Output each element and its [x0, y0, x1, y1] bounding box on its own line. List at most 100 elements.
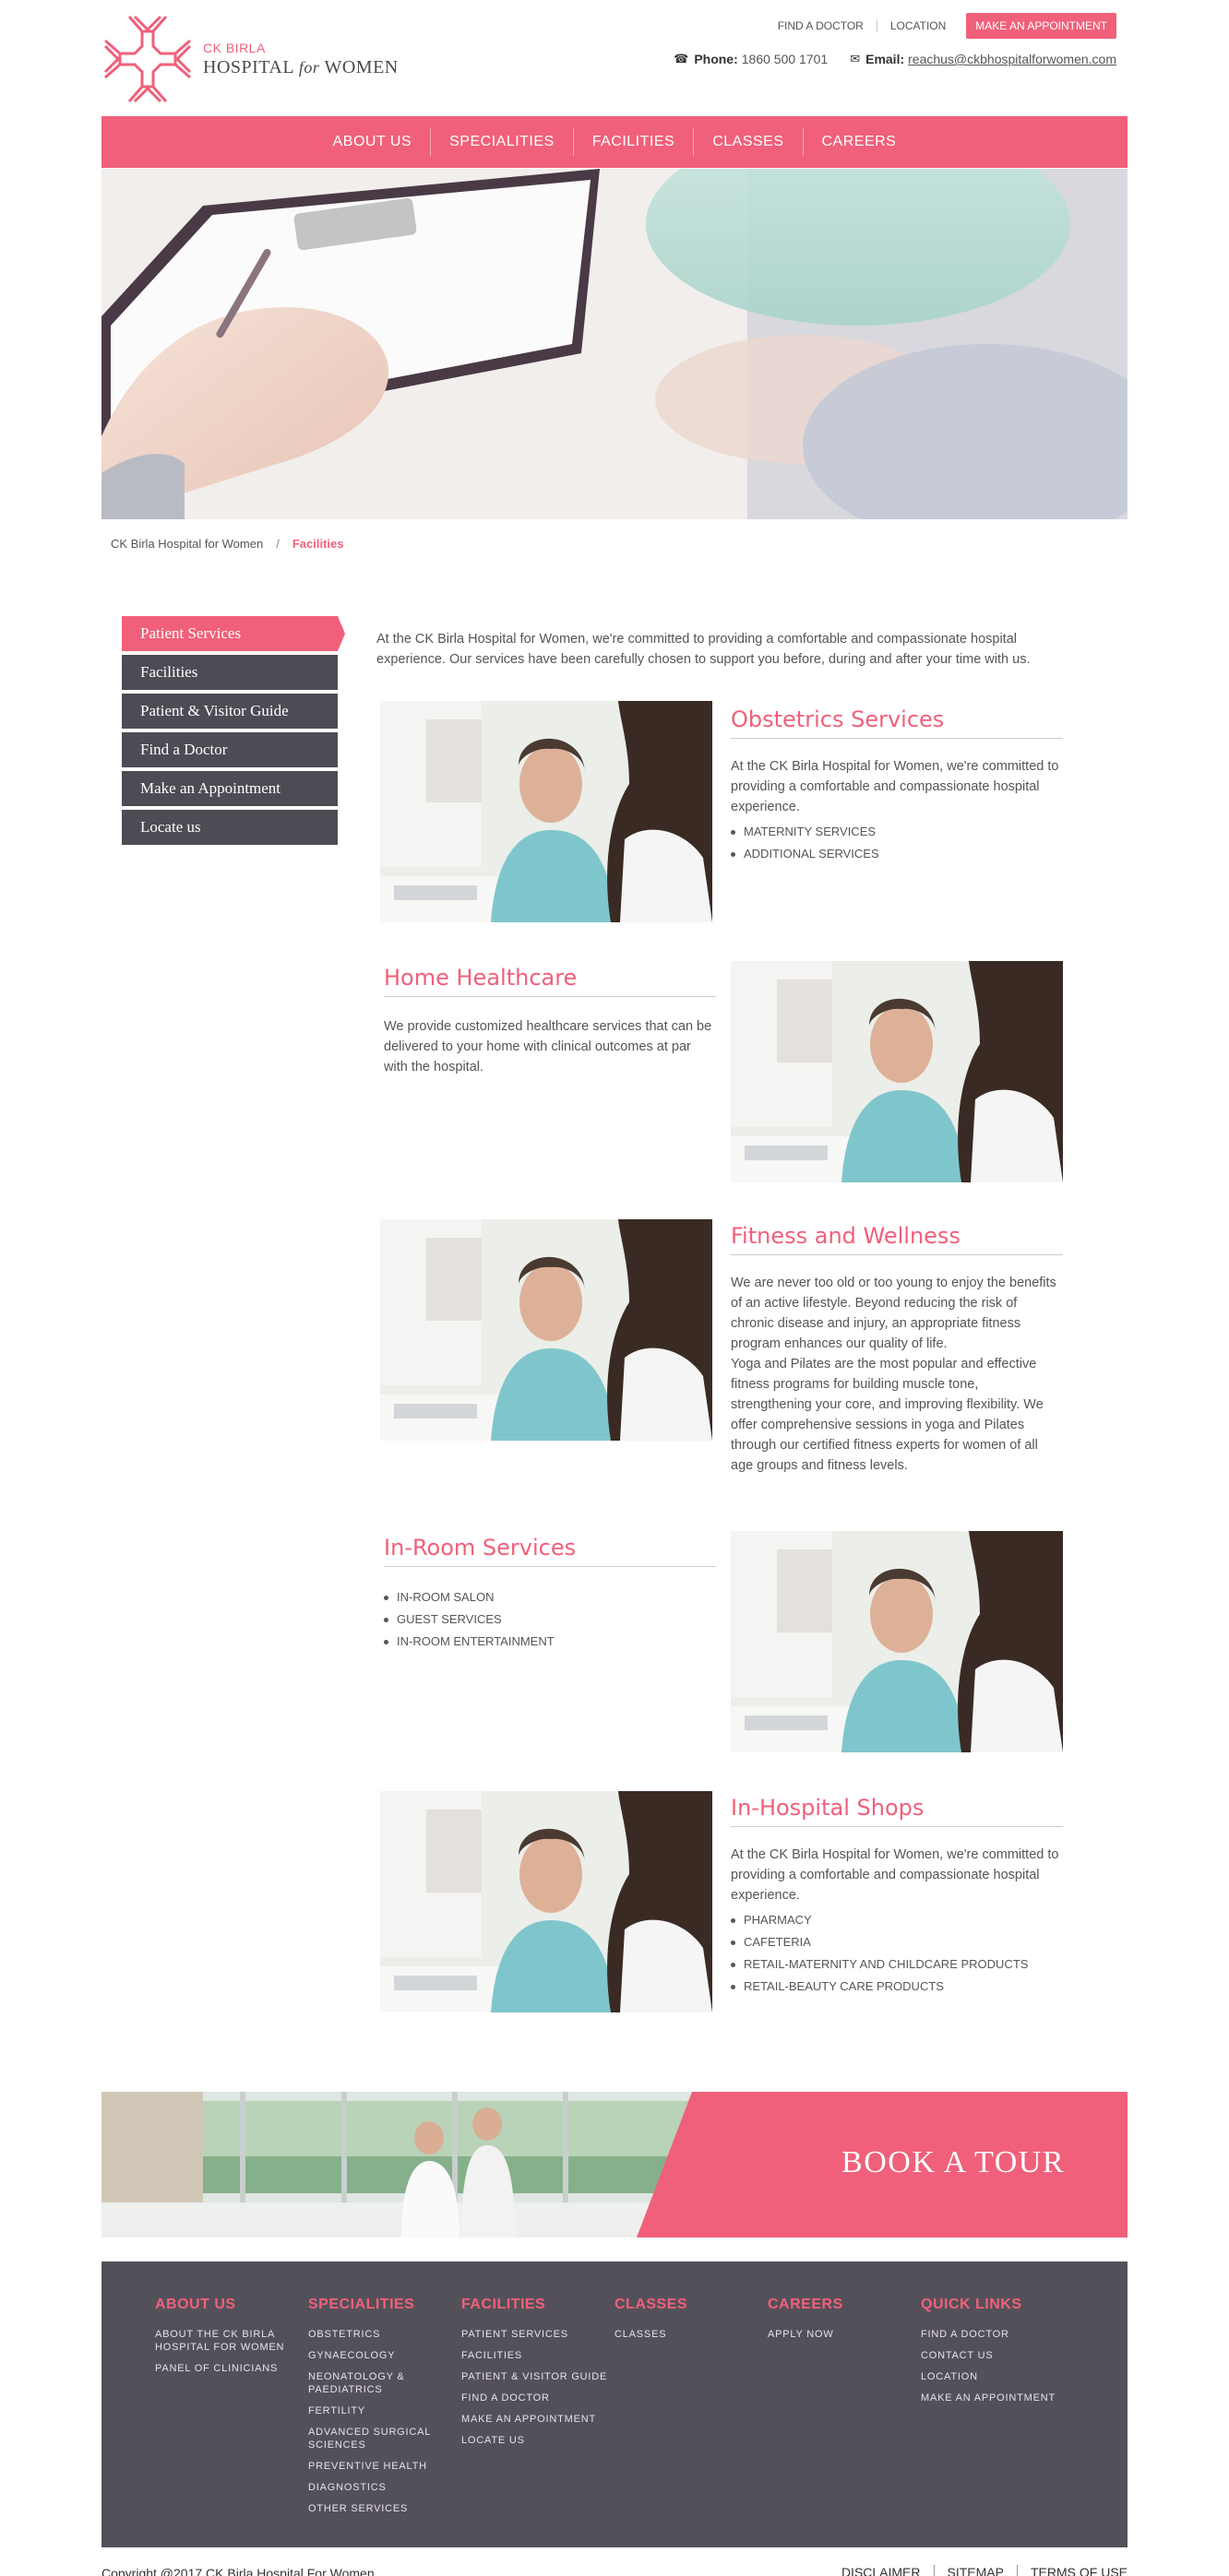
sidebar-item-facilities[interactable]: Facilities — [122, 655, 338, 690]
book-tour-banner[interactable]: BOOK A TOUR — [101, 2092, 1128, 2238]
logo[interactable]: CK BIRLA HOSPITAL for WOMEN — [101, 13, 399, 105]
breadcrumb: CK Birla Hospital for Women / Facilities — [111, 537, 343, 551]
fitness-description-2: Yoga and Pilates are the most popular an… — [731, 1357, 1044, 1473]
logo-brand-name: HOSPITAL for WOMEN — [203, 57, 399, 77]
footer-heading: CLASSES — [614, 2297, 688, 2312]
nav-facilities[interactable]: FACILITIES — [574, 128, 695, 156]
sitemap-link[interactable]: SITEMAP — [935, 2565, 1018, 2576]
list-item[interactable]: GUEST SERVICES — [384, 1609, 716, 1631]
footer-link[interactable]: NEONATOLOGY & PAEDIATRICS — [308, 2370, 456, 2396]
nav-careers[interactable]: CAREERS — [804, 128, 915, 156]
list-item[interactable]: PHARMACY — [731, 1909, 1063, 1931]
fitness-image — [380, 1219, 712, 1441]
home-healthcare-image — [731, 961, 1063, 1182]
footer-heading: QUICK LINKS — [921, 2297, 1022, 2312]
footer-link[interactable]: DIAGNOSTICS — [308, 2481, 456, 2494]
envelope-icon: ✉ — [850, 52, 861, 65]
list-item[interactable]: CAFETERIA — [731, 1931, 1063, 1953]
make-appointment-button[interactable]: MAKE AN APPOINTMENT — [966, 13, 1116, 39]
email-link[interactable]: reachus@ckbhospitalforwomen.com — [908, 52, 1116, 66]
location-link[interactable]: LOCATION — [877, 19, 959, 32]
footer-link[interactable]: OBSTETRICS — [308, 2328, 456, 2341]
in-room-list: IN-ROOM SALON GUEST SERVICES IN-ROOM ENT… — [384, 1586, 716, 1653]
footer-col-careers: CAREERS APPLY NOW — [768, 2297, 915, 2349]
site-footer: ABOUT US ABOUT THE CK BIRLA HOSPITAL FOR… — [101, 2261, 1128, 2547]
contact-info: ☎ Phone: 1860 500 1701 ✉ Email: reachus@… — [674, 52, 1116, 66]
footer-link[interactable]: PANEL OF CLINICIANS — [155, 2362, 303, 2375]
footer-link[interactable]: MAKE AN APPOINTMENT — [461, 2413, 618, 2426]
footer-link[interactable]: CONTACT US — [921, 2349, 1078, 2362]
obstetrics-image — [380, 701, 712, 922]
book-tour-label[interactable]: BOOK A TOUR — [841, 2145, 1065, 2180]
breadcrumb-current: Facilities — [292, 537, 344, 551]
list-item[interactable]: RETAIL-BEAUTY CARE PRODUCTS — [731, 1976, 1063, 1998]
obstetrics-description: At the CK Birla Hospital for Women, we'r… — [731, 759, 1059, 814]
footer-link[interactable]: FIND A DOCTOR — [921, 2328, 1078, 2341]
logo-brand-top: CK BIRLA — [203, 41, 266, 55]
list-item[interactable]: IN-ROOM ENTERTAINMENT — [384, 1631, 716, 1653]
footer-link[interactable]: FIND A DOCTOR — [461, 2392, 618, 2404]
sidebar-item-patient-visitor-guide[interactable]: Patient & Visitor Guide — [122, 694, 338, 729]
footer-heading: FACILITIES — [461, 2297, 546, 2312]
footer-link[interactable]: PATIENT & VISITOR GUIDE — [461, 2370, 618, 2383]
footer-link[interactable]: FERTILITY — [308, 2404, 456, 2417]
hero-image — [101, 169, 1128, 519]
main-nav: ABOUT US SPECIALITIES FACILITIES CLASSES… — [101, 116, 1128, 168]
footer-link[interactable]: LOCATE US — [461, 2434, 618, 2447]
breadcrumb-home[interactable]: CK Birla Hospital for Women — [111, 537, 263, 551]
home-healthcare-title: Home Healthcare — [384, 965, 716, 997]
disclaimer-link[interactable]: DISCLAIMER — [829, 2565, 935, 2576]
phone-label: Phone: — [694, 52, 738, 66]
phone-number[interactable]: 1860 500 1701 — [742, 52, 828, 66]
hero-clipboard-illustration — [101, 169, 1128, 519]
footer-bottom-links: DISCLAIMER SITEMAP TERMS OF USE — [829, 2565, 1128, 2576]
footer-heading: ABOUT US — [155, 2297, 236, 2312]
nav-classes[interactable]: CLASSES — [694, 128, 804, 156]
footer-link[interactable]: ADVANCED SURGICAL SCIENCES — [308, 2426, 456, 2451]
footer-link[interactable]: ABOUT THE CK BIRLA HOSPITAL FOR WOMEN — [155, 2328, 303, 2354]
in-room-title: In-Room Services — [384, 1535, 716, 1567]
footer-col-facilities: FACILITIES PATIENT SERVICES FACILITIES P… — [461, 2297, 618, 2455]
footer-col-about: ABOUT US ABOUT THE CK BIRLA HOSPITAL FOR… — [155, 2297, 303, 2383]
find-doctor-link[interactable]: FIND A DOCTOR — [765, 19, 877, 32]
shops-description: At the CK Birla Hospital for Women, we'r… — [731, 1847, 1059, 1903]
list-item[interactable]: IN-ROOM SALON — [384, 1586, 716, 1609]
footer-link[interactable]: GYNAECOLOGY — [308, 2349, 456, 2362]
list-item[interactable]: RETAIL-MATERNITY AND CHILDCARE PRODUCTS — [731, 1953, 1063, 1976]
patient-photo — [731, 1531, 1063, 1752]
logo-cross-icon — [103, 15, 192, 103]
in-room-text: IN-ROOM SALON GUEST SERVICES IN-ROOM ENT… — [384, 1583, 716, 1653]
list-item[interactable]: MATERNITY SERVICES — [731, 821, 1063, 843]
fitness-description: We are never too old or too young to enj… — [731, 1276, 1056, 1351]
home-healthcare-text: We provide customized healthcare service… — [384, 1019, 712, 1074]
fitness-title: Fitness and Wellness — [731, 1223, 1063, 1255]
terms-link[interactable]: TERMS OF USE — [1018, 2565, 1128, 2576]
obstetrics-title: Obstetrics Services — [731, 706, 1063, 739]
footer-link[interactable]: PATIENT SERVICES — [461, 2328, 618, 2341]
site-header: CK BIRLA HOSPITAL for WOMEN FIND A DOCTO… — [101, 0, 1128, 114]
footer-link[interactable]: PREVENTIVE HEALTH — [308, 2460, 456, 2473]
shops-text: At the CK Birla Hospital for Women, we'r… — [731, 1845, 1063, 1998]
in-room-image — [731, 1531, 1063, 1752]
footer-col-quick-links: QUICK LINKS FIND A DOCTOR CONTACT US LOC… — [921, 2297, 1078, 2413]
footer-link[interactable]: OTHER SERVICES — [308, 2502, 456, 2515]
sidebar-item-locate-us[interactable]: Locate us — [122, 810, 338, 845]
copyright-text: Copyright @2017 CK Birla Hospital For Wo… — [101, 2566, 375, 2576]
obstetrics-list: MATERNITY SERVICES ADDITIONAL SERVICES — [731, 821, 1063, 865]
footer-link[interactable]: LOCATION — [921, 2370, 1078, 2383]
list-item[interactable]: ADDITIONAL SERVICES — [731, 843, 1063, 865]
footer-link[interactable]: FACILITIES — [461, 2349, 618, 2362]
footer-col-classes: CLASSES CLASSES — [614, 2297, 762, 2349]
footer-heading: SPECIALITIES — [308, 2297, 415, 2312]
nav-about-us[interactable]: ABOUT US — [315, 128, 432, 156]
footer-link[interactable]: CLASSES — [614, 2328, 762, 2341]
footer-link[interactable]: MAKE AN APPOINTMENT — [921, 2392, 1078, 2404]
sidebar-item-find-doctor[interactable]: Find a Doctor — [122, 732, 338, 767]
nav-specialities[interactable]: SPECIALITIES — [431, 128, 574, 156]
fitness-text: We are never too old or too young to enj… — [731, 1273, 1063, 1476]
sidebar-item-patient-services[interactable]: Patient Services — [122, 616, 345, 651]
patient-photo — [731, 961, 1063, 1182]
footer-link[interactable]: APPLY NOW — [768, 2328, 915, 2341]
phone-icon: ☎ — [674, 52, 689, 65]
sidebar-item-make-appointment[interactable]: Make an Appointment — [122, 771, 338, 806]
